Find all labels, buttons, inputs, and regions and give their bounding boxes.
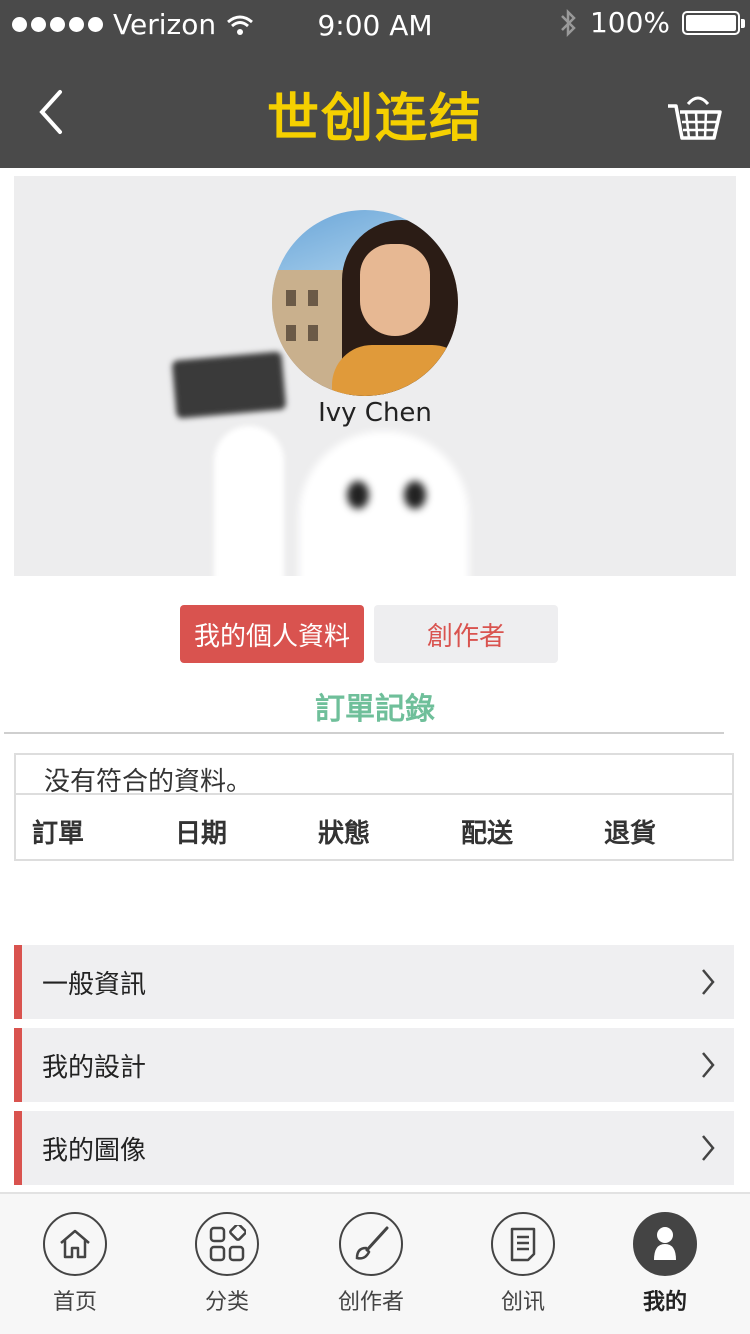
table-header-row: 訂單 日期 狀態 配送 退貨 xyxy=(32,813,747,850)
tab-label: 我的 xyxy=(642,1290,687,1315)
app-title: 世创连结 xyxy=(266,89,483,149)
orders-table: 没有符合的資料。 訂單 日期 狀態 配送 退貨 xyxy=(14,753,734,861)
tab-label: 分类 xyxy=(204,1290,249,1315)
brush-icon xyxy=(339,1212,403,1276)
document-icon xyxy=(491,1212,555,1276)
menu-item-label: 我的設計 xyxy=(42,1052,147,1083)
tab-label: 创讯 xyxy=(500,1290,545,1315)
banner-small-ghost xyxy=(214,426,284,576)
column-header-order: 訂單 xyxy=(32,819,85,849)
column-header-date: 日期 xyxy=(175,819,228,849)
avatar[interactable] xyxy=(272,210,458,396)
banner-ghost-graphic xyxy=(299,431,469,576)
battery-icon xyxy=(682,10,745,35)
basket-icon[interactable] xyxy=(664,92,724,146)
battery-percent: 100% xyxy=(589,6,670,39)
tab-news[interactable]: 创讯 xyxy=(463,1212,583,1316)
profile-banner: Ivy Chen xyxy=(14,176,736,576)
profile-name: Ivy Chen xyxy=(318,398,432,428)
chevron-right-icon xyxy=(702,1052,715,1078)
column-header-return: 退貨 xyxy=(604,819,657,849)
column-header-status: 狀態 xyxy=(318,819,371,849)
tab-creators[interactable]: 创作者 xyxy=(311,1212,431,1316)
order-records-title: 訂單記錄 xyxy=(315,692,435,727)
table-row-divider xyxy=(16,793,732,795)
tab-mine[interactable]: 我的 xyxy=(605,1212,725,1316)
tab-label: 创作者 xyxy=(337,1290,404,1315)
column-header-delivery: 配送 xyxy=(461,819,514,849)
status-bar: Verizon 9:00 AM 100% xyxy=(0,0,750,50)
battery-fill xyxy=(686,14,736,31)
user-icon xyxy=(633,1212,697,1276)
creator-tab[interactable]: 創作者 xyxy=(374,605,558,663)
nav-bar: 世创连结 xyxy=(0,50,750,168)
chevron-right-icon xyxy=(702,969,715,995)
menu-item-my-designs[interactable]: 我的設計 xyxy=(14,1028,734,1102)
category-icon xyxy=(195,1212,259,1276)
bluetooth-icon xyxy=(561,8,576,37)
menu-item-label: 我的圖像 xyxy=(42,1135,147,1166)
tab-label: 首页 xyxy=(52,1290,97,1315)
divider xyxy=(4,732,724,734)
tab-bar: 首页 分类 创作者 创讯 我的 xyxy=(0,1192,750,1334)
home-icon xyxy=(43,1212,107,1276)
tab-home[interactable]: 首页 xyxy=(15,1212,135,1316)
my-profile-tab[interactable]: 我的個人資料 xyxy=(180,605,364,663)
menu-item-label: 一般資訊 xyxy=(42,969,147,1000)
menu-item-general-info[interactable]: 一般資訊 xyxy=(14,945,734,1019)
menu-item-my-images[interactable]: 我的圖像 xyxy=(14,1111,734,1185)
chevron-right-icon xyxy=(702,1135,715,1161)
tab-category[interactable]: 分类 xyxy=(167,1212,287,1316)
